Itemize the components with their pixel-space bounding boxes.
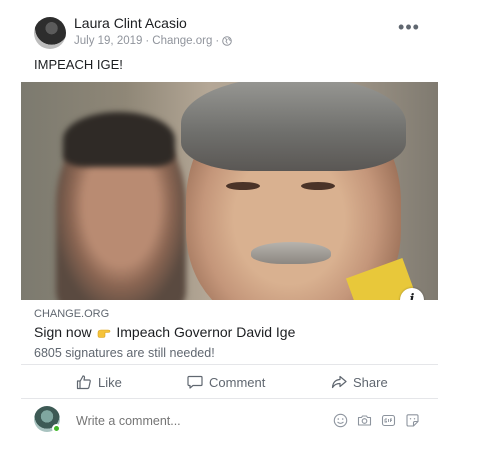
author-avatar[interactable] <box>34 17 66 49</box>
meta-separator-2: · <box>215 35 220 47</box>
more-options-icon[interactable]: ••• <box>398 18 420 38</box>
link-domain: CHANGE.ORG <box>34 308 110 320</box>
camera-icon[interactable] <box>357 413 372 428</box>
moustache <box>251 242 331 264</box>
globe-icon <box>222 36 233 46</box>
like-label: Like <box>98 374 122 390</box>
link-preview-image[interactable] <box>21 82 438 300</box>
sticker-icon[interactable] <box>405 413 420 428</box>
meta-separator: · <box>145 35 150 47</box>
post-date[interactable]: July 19, 2019 <box>74 35 142 47</box>
online-status-dot <box>52 424 61 433</box>
comment-button[interactable]: Comment <box>187 372 265 392</box>
pointing-hand-icon <box>98 329 111 338</box>
foreground-hair <box>181 82 406 171</box>
thumbs-up-icon <box>76 375 91 390</box>
link-description: 6805 signatures are still needed! <box>34 346 215 360</box>
share-icon <box>331 375 347 389</box>
gif-icon[interactable] <box>381 413 396 428</box>
right-eye <box>301 182 335 190</box>
left-eye <box>226 182 260 190</box>
comment-input[interactable] <box>76 414 316 428</box>
author-name[interactable]: Laura Clint Acasio <box>74 15 187 31</box>
post-meta: July 19, 2019 · Change.org · <box>74 35 233 47</box>
share-label: Share <box>353 374 388 390</box>
share-button[interactable]: Share <box>331 372 388 392</box>
link-title-end: Impeach Governor David Ige <box>116 324 296 340</box>
comment-attachment-icons <box>333 413 420 428</box>
like-button[interactable]: Like <box>76 372 122 392</box>
post-text: IMPEACH IGE! <box>34 57 123 72</box>
post-source[interactable]: Change.org <box>152 35 212 47</box>
comment-icon <box>187 375 203 389</box>
comment-label: Comment <box>209 374 266 390</box>
facebook-post: Laura Clint Acasio July 19, 2019 · Chang… <box>0 0 490 454</box>
emoji-icon[interactable] <box>333 413 348 428</box>
link-title[interactable]: Sign now Impeach Governor David Ige <box>34 324 295 340</box>
divider-top <box>21 364 438 365</box>
background-person-hair <box>63 112 175 167</box>
link-title-start: Sign now <box>34 324 92 340</box>
divider-bottom <box>21 398 438 399</box>
